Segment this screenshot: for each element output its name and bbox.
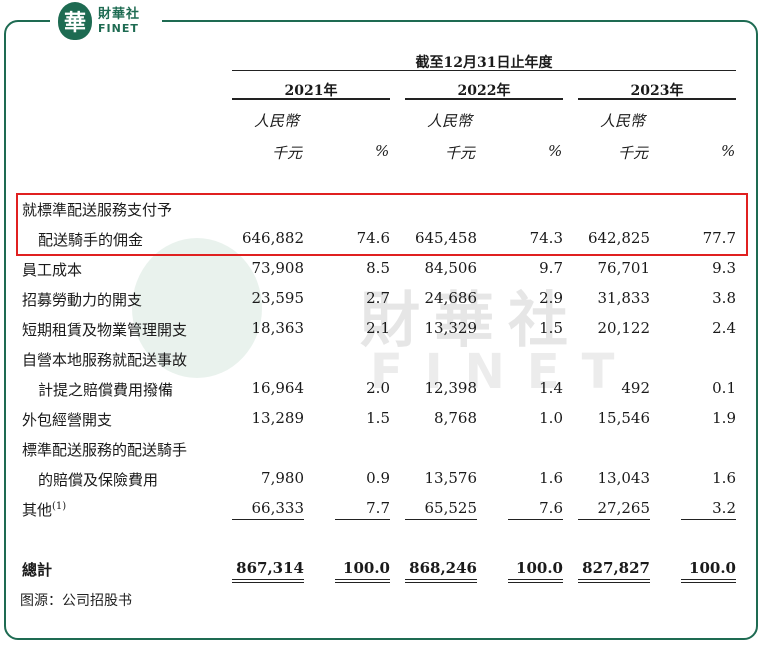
row-label: 員工成本: [22, 261, 83, 279]
footnote-marker: (1): [52, 501, 67, 512]
cell-2022-amount: 8,768: [434, 409, 477, 427]
cell-2022-amount: 24,686: [424, 289, 478, 307]
cell-2023-pct: 1.6: [712, 469, 736, 487]
total-double-rule: [578, 579, 650, 580]
year-rule-2022: [405, 98, 563, 100]
row-label: 自營本地服務就配送事故: [22, 351, 188, 369]
pct-label-2021: %: [375, 142, 390, 160]
cell-2023-amount: 27,265: [597, 499, 651, 517]
cell-2023-amount: 13,043: [597, 469, 651, 487]
pct-label-2023: %: [721, 142, 736, 160]
total-2023-pct: 100.0: [689, 559, 736, 577]
logo-name-en: FINET: [98, 22, 139, 35]
total-double-rule: [335, 582, 390, 583]
year-header-2021: 2021年: [284, 83, 338, 99]
year-rule-2021: [232, 98, 390, 100]
cell-2021-amount: 23,595: [251, 289, 305, 307]
unit-label-2022: 千元: [445, 144, 476, 162]
unit-label-2023: 千元: [618, 144, 649, 162]
cell-2023-amount: 492: [621, 379, 650, 397]
currency-label-2021: 人民幣: [254, 112, 300, 130]
total-label: 總計: [22, 561, 53, 579]
total-double-rule: [508, 579, 563, 580]
cell-2023-amount: 31,833: [597, 289, 651, 307]
total-double-rule: [405, 579, 477, 580]
highlight-box: [16, 193, 748, 256]
total-double-rule: [578, 582, 650, 583]
row-label: 標準配送服務的配送騎手: [22, 441, 188, 459]
subtotal-rule: [508, 519, 563, 520]
row-label: 其他(1): [22, 501, 67, 519]
currency-label-2022: 人民幣: [427, 112, 473, 130]
total-double-rule: [681, 579, 736, 580]
cell-2021-amount: 16,964: [251, 379, 305, 397]
row-label: 招募勞動力的開支: [22, 291, 143, 309]
logo-name-cn: 財華社: [98, 7, 141, 22]
total-double-rule: [508, 582, 563, 583]
finet-logo: 華 財華社 FINET: [50, 0, 162, 42]
cell-2021-amount: 73,908: [251, 259, 305, 277]
cell-2022-amount: 84,506: [424, 259, 478, 277]
total-double-rule: [232, 579, 304, 580]
cell-2023-amount: 20,122: [597, 319, 651, 337]
period-header: 截至12月31日止年度: [415, 55, 553, 71]
cell-2023-pct: 3.2: [712, 499, 736, 517]
cell-2023-pct: 9.3: [712, 259, 736, 277]
unit-label-2021: 千元: [272, 144, 303, 162]
cell-2021-amount: 13,289: [251, 409, 305, 427]
total-double-rule: [232, 582, 304, 583]
currency-label-2023: 人民幣: [600, 112, 646, 130]
cell-2023-amount: 15,546: [597, 409, 651, 427]
cell-2021-amount: 66,333: [251, 499, 305, 517]
total-double-rule: [405, 582, 477, 583]
subtotal-rule: [405, 519, 477, 520]
cell-2023-pct: 0.1: [712, 379, 736, 397]
row-label: 短期租賃及物業管理開支: [22, 321, 188, 339]
cell-2022-amount: 13,576: [424, 469, 478, 487]
subtotal-rule: [681, 519, 736, 520]
total-2021-amount: 867,314: [236, 559, 304, 577]
cell-2022-amount: 13,329: [424, 319, 478, 337]
source-caption: 图源：公司招股书: [20, 593, 132, 609]
subtotal-rule: [232, 519, 304, 520]
cell-2023-pct: 2.4: [712, 319, 736, 337]
cell-2021-amount: 7,980: [261, 469, 304, 487]
cell-2022-amount: 65,525: [424, 499, 478, 517]
cell-2023-pct: 3.8: [712, 289, 736, 307]
row-label: 計提之賠償費用撥備: [38, 381, 174, 399]
subtotal-rule: [578, 519, 650, 520]
pct-label-2022: %: [548, 142, 563, 160]
year-header-2022: 2022年: [457, 83, 511, 99]
row-label: 外包經營開支: [22, 411, 113, 429]
total-2023-amount: 827,827: [582, 559, 650, 577]
subtotal-rule: [335, 519, 390, 520]
cell-2021-amount: 18,363: [251, 319, 305, 337]
cell-2022-amount: 12,398: [424, 379, 478, 397]
cell-2023-pct: 1.9: [712, 409, 736, 427]
year-rule-2023: [578, 98, 736, 100]
finet-logo-icon: 華: [58, 2, 92, 40]
row-label: 的賠償及保險費用: [38, 471, 159, 489]
cell-2023-amount: 76,701: [597, 259, 651, 277]
total-2022-amount: 868,246: [409, 559, 477, 577]
year-header-2023: 2023年: [630, 83, 684, 99]
total-double-rule: [335, 579, 390, 580]
header-rule: [232, 70, 736, 71]
total-double-rule: [681, 582, 736, 583]
